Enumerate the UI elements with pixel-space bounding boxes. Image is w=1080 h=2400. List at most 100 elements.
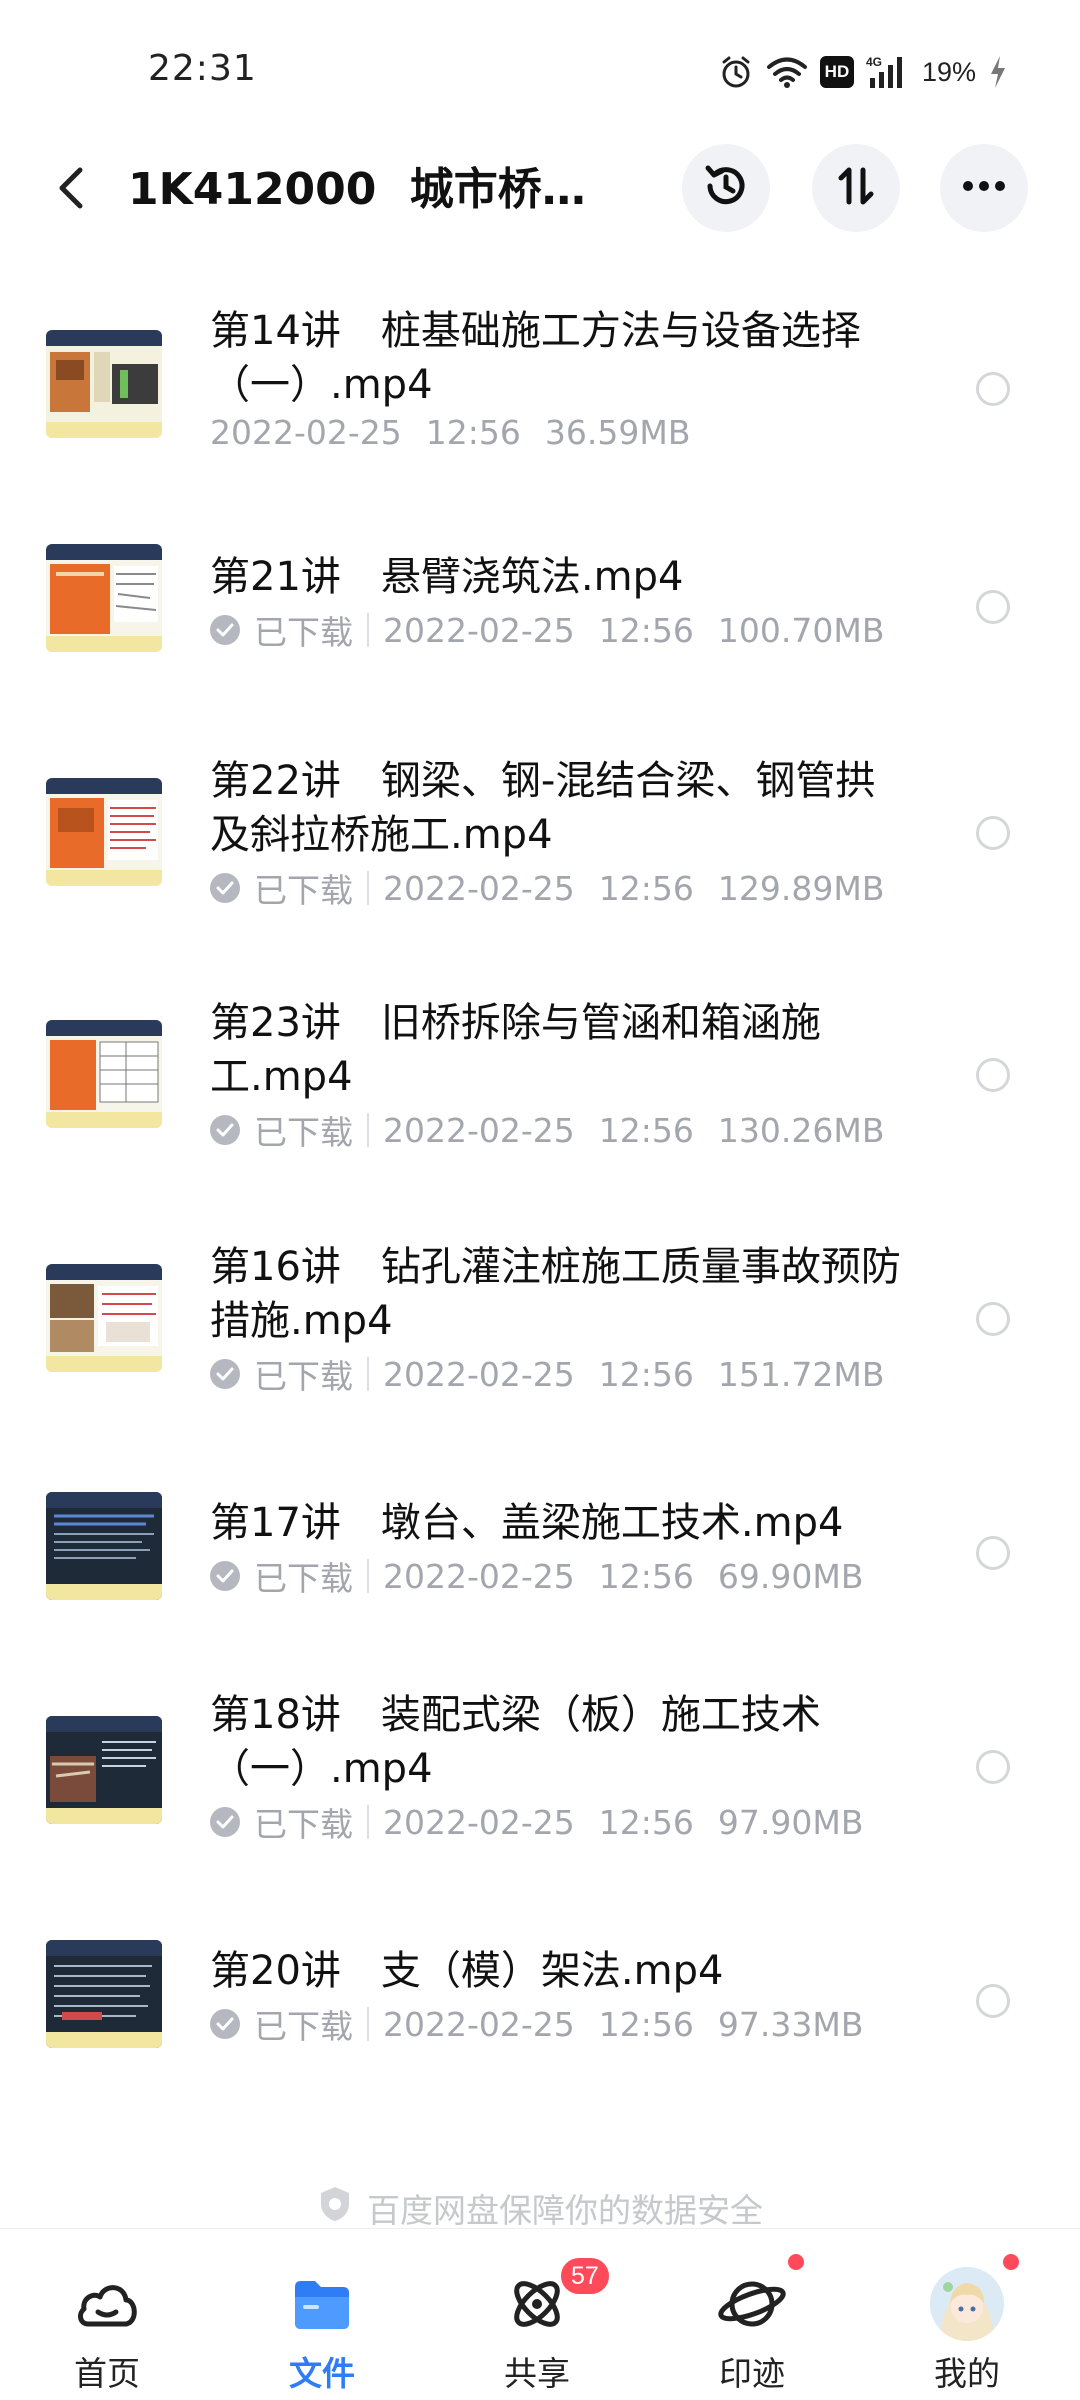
svg-text:4G: 4G (866, 55, 882, 69)
share-badge: 57 (558, 2255, 612, 2297)
file-size: 36.59MB (544, 412, 691, 452)
bottom-nav: 首页 文件 57 共享 印迹 我的 (0, 2228, 1080, 2400)
signal-icon: 4G (866, 54, 910, 90)
file-size: 69.90MB (717, 1556, 864, 1596)
nav-label: 我的 (934, 2354, 1000, 2393)
file-row[interactable]: 第20讲 支（模）架法.mp4 已下载 2022-02-25 12:56 97.… (0, 1916, 1080, 2096)
page-title: 1K412000 城市桥梁工程 (128, 164, 588, 215)
planet-icon (713, 2265, 791, 2343)
folder-icon (283, 2265, 361, 2343)
file-date: 2022-02-25 (383, 1802, 575, 1842)
cloud-home-icon (68, 2265, 146, 2343)
downloaded-check-icon (210, 1359, 240, 1389)
nav-item-share[interactable]: 57 共享 (462, 2229, 612, 2400)
nav-label: 首页 (74, 2354, 140, 2393)
history-button[interactable] (682, 144, 770, 232)
select-checkbox[interactable] (976, 1302, 1010, 1336)
back-button[interactable] (40, 158, 104, 222)
file-size: 129.89MB (717, 868, 885, 908)
nav-item-me[interactable]: 我的 (892, 2229, 1042, 2400)
file-size: 100.70MB (717, 610, 885, 650)
history-icon (700, 160, 752, 216)
file-size: 151.72MB (717, 1354, 885, 1394)
file-meta: 已下载 2022-02-25 12:56 129.89MB (210, 864, 884, 912)
sort-button[interactable] (812, 144, 900, 232)
file-size: 97.33MB (717, 2004, 864, 2044)
security-note-text: 百度网盘保障你的数据安全 (367, 2191, 763, 2230)
select-checkbox[interactable] (976, 1984, 1010, 2018)
file-time: 12:56 (598, 868, 694, 908)
file-row[interactable]: 第17讲 墩台、盖梁施工技术.mp4 已下载 2022-02-25 12:56 … (0, 1468, 1080, 1648)
file-row[interactable]: 第21讲 悬臂浇筑法.mp4 已下载 2022-02-25 12:56 100.… (0, 524, 1080, 704)
downloaded-check-icon (210, 615, 240, 645)
video-thumbnail (46, 1716, 162, 1824)
file-time: 12:56 (598, 1110, 694, 1150)
file-size: 130.26MB (717, 1110, 885, 1150)
file-time: 12:56 (598, 1556, 694, 1596)
file-meta: 已下载 2022-02-25 12:56 130.26MB (210, 1106, 884, 1154)
nav-label: 文件 (289, 2354, 355, 2393)
file-time: 12:56 (598, 2004, 694, 2044)
file-row[interactable]: 第16讲 钻孔灌注桩施工质量事故预防措施.mp4 已下载 2022-02-25 … (0, 1224, 1080, 1454)
select-checkbox[interactable] (976, 1750, 1010, 1784)
file-date: 2022-02-25 (383, 2004, 575, 2044)
nav-item-footprint[interactable]: 印迹 (677, 2229, 827, 2400)
header: 1K412000 城市桥梁工程 (0, 130, 1080, 250)
downloaded-label: 已下载 (254, 613, 353, 652)
video-thumbnail (46, 778, 162, 886)
me-dot-badge (1000, 2251, 1022, 2273)
file-date: 2022-02-25 (210, 412, 402, 452)
sort-icon (832, 162, 880, 214)
file-time: 12:56 (425, 412, 521, 452)
video-thumbnail (46, 1020, 162, 1128)
alarm-icon (718, 54, 754, 90)
file-name: 第23讲 旧桥拆除与管涵和箱涵施工.mp4 (210, 1000, 821, 1100)
file-date: 2022-02-25 (383, 868, 575, 908)
video-thumbnail (46, 1264, 162, 1372)
file-name: 第14讲 桩基础施工方法与设备选择（一）.mp4 (210, 308, 861, 408)
nav-item-files[interactable]: 文件 (247, 2229, 397, 2400)
file-size: 97.90MB (717, 1802, 864, 1842)
status-time: 22:31 (148, 48, 257, 89)
file-row[interactable]: 第18讲 装配式梁（板）施工技术（一）.mp4 已下载 2022-02-25 1… (0, 1672, 1080, 1902)
hd-icon: HD (819, 56, 854, 88)
more-button[interactable] (940, 144, 1028, 232)
select-checkbox[interactable] (976, 1536, 1010, 1570)
charging-icon (988, 54, 1008, 90)
status-bar: 22:31 HD 4G 19% (0, 0, 1080, 140)
nav-label: 共享 (504, 2354, 570, 2393)
select-checkbox[interactable] (976, 590, 1010, 624)
file-date: 2022-02-25 (383, 610, 575, 650)
nav-label: 印迹 (719, 2354, 785, 2393)
downloaded-label: 已下载 (254, 1357, 353, 1396)
file-name: 第18讲 装配式梁（板）施工技术（一）.mp4 (210, 1692, 821, 1792)
file-time: 12:56 (598, 1802, 694, 1842)
downloaded-check-icon (210, 2009, 240, 2039)
avatar-icon (928, 2265, 1006, 2343)
select-checkbox[interactable] (976, 1058, 1010, 1092)
file-meta: 已下载 2022-02-25 12:56 151.72MB (210, 1350, 884, 1398)
file-row[interactable]: 第23讲 旧桥拆除与管涵和箱涵施工.mp4 已下载 2022-02-25 12:… (0, 980, 1080, 1210)
file-meta: 已下载 2022-02-25 12:56 97.90MB (210, 1798, 863, 1846)
file-row[interactable]: 第22讲 钢梁、钢-混结合梁、钢管拱及斜拉桥施工.mp4 已下载 2022-02… (0, 738, 1080, 968)
file-row[interactable]: 第14讲 桩基础施工方法与设备选择（一）.mp4 2022-02-25 12:5… (0, 260, 1080, 470)
nav-item-home[interactable]: 首页 (32, 2229, 182, 2400)
more-icon (960, 178, 1008, 198)
video-thumbnail (46, 544, 162, 652)
select-checkbox[interactable] (976, 372, 1010, 406)
select-checkbox[interactable] (976, 816, 1010, 850)
file-meta: 已下载 2022-02-25 12:56 97.33MB (210, 2000, 863, 2048)
file-meta: 已下载 2022-02-25 12:56 69.90MB (210, 1552, 863, 1600)
downloaded-check-icon (210, 1115, 240, 1145)
avatar (930, 2267, 1004, 2341)
footprint-dot-badge (785, 2251, 807, 2273)
downloaded-label: 已下载 (254, 2007, 353, 2046)
video-thumbnail (46, 330, 162, 438)
video-thumbnail (46, 1492, 162, 1600)
status-icons: HD 4G 19% (718, 52, 1008, 92)
security-note: 百度网盘保障你的数据安全 (0, 2184, 1080, 2232)
downloaded-label: 已下载 (254, 871, 353, 910)
file-name: 第20讲 支（模）架法.mp4 (210, 1948, 724, 1994)
file-name: 第16讲 钻孔灌注桩施工质量事故预防措施.mp4 (210, 1244, 901, 1344)
video-thumbnail (46, 1940, 162, 2048)
